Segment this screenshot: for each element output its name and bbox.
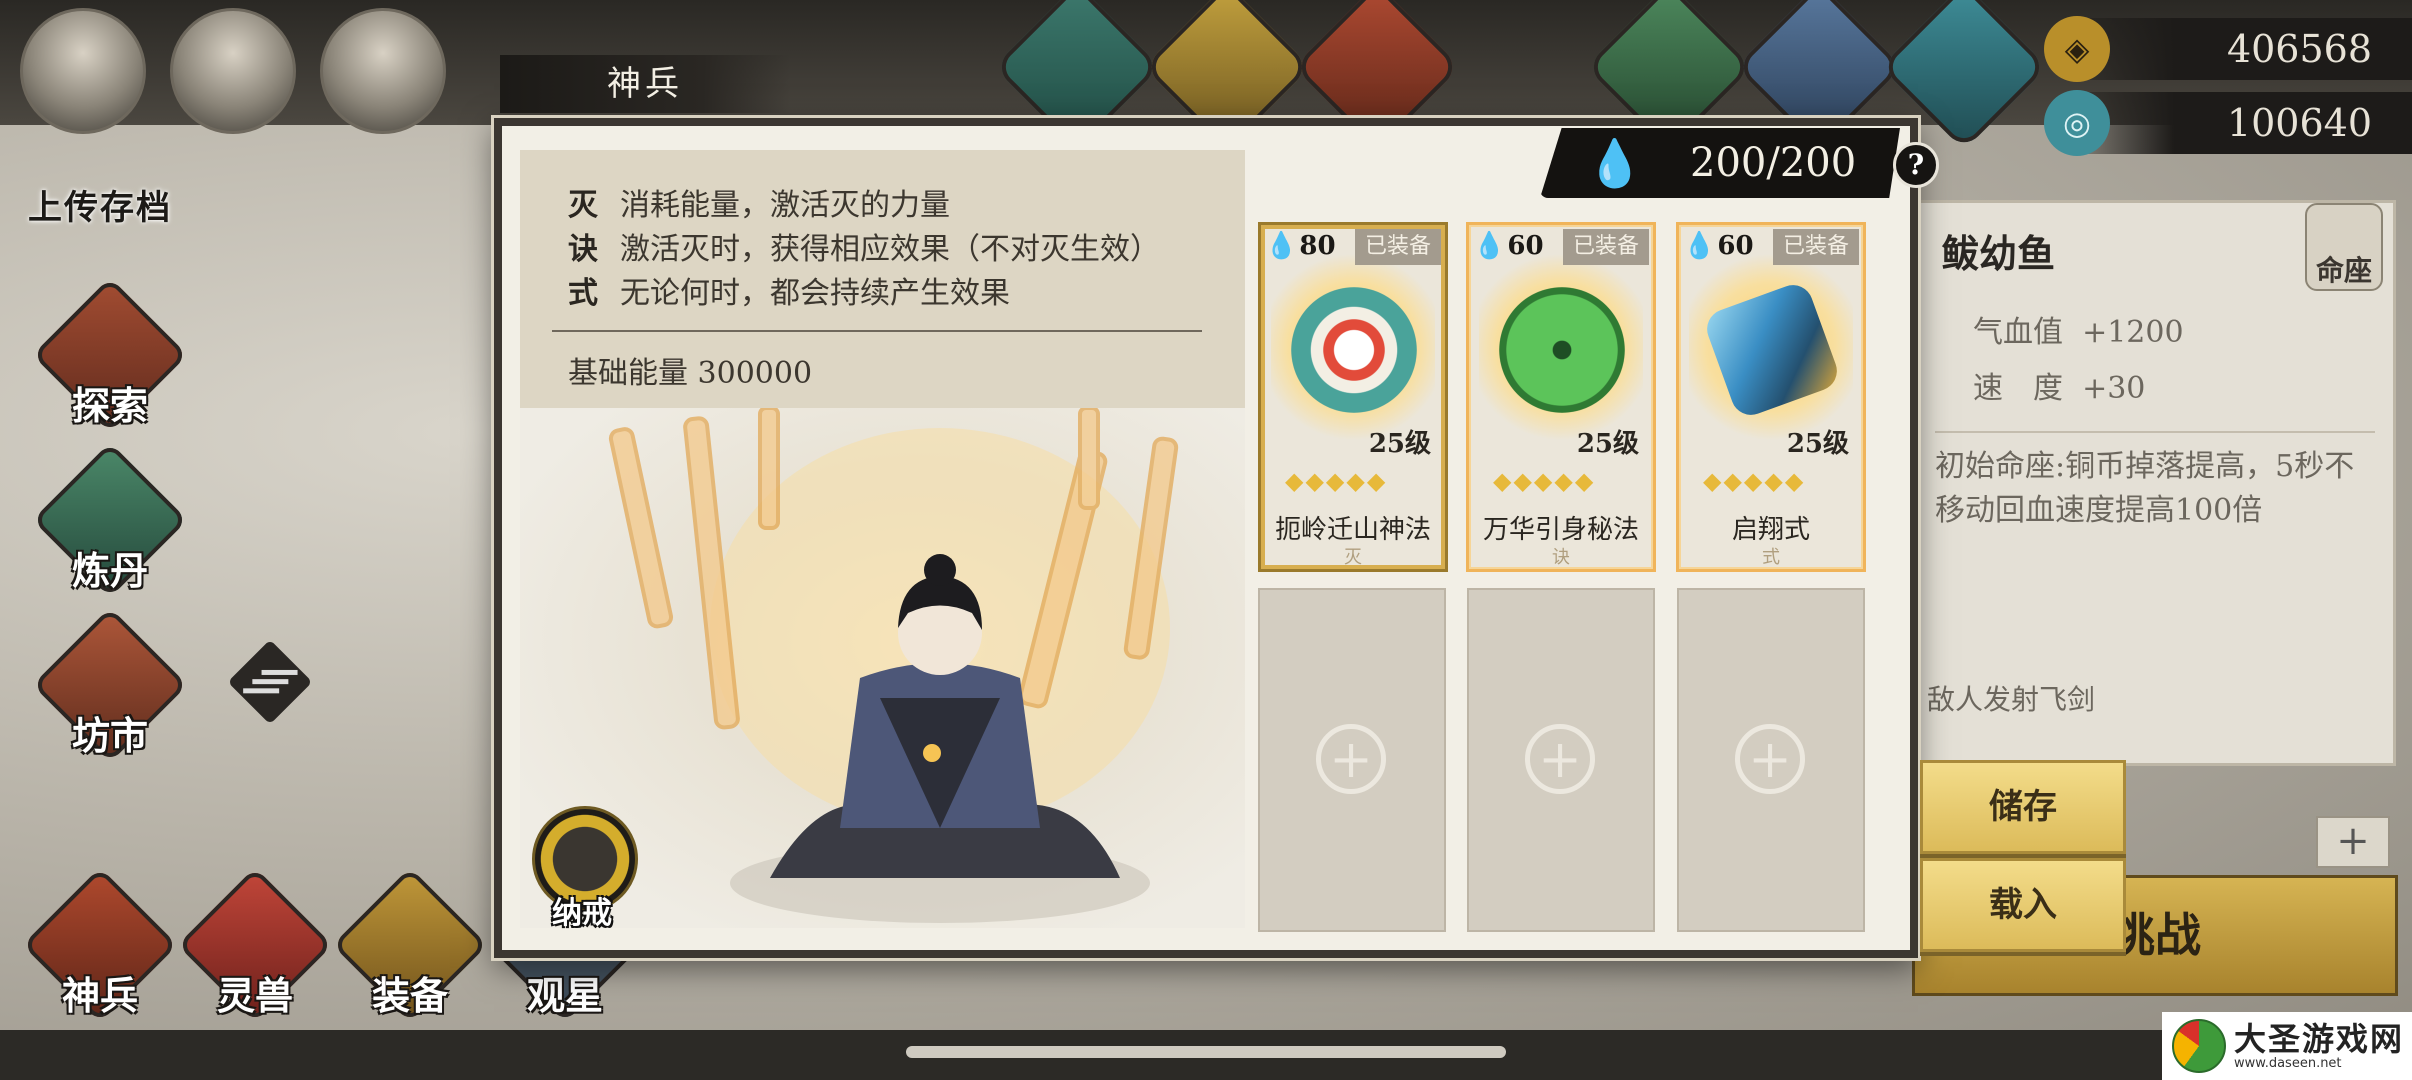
site-logo-icon (2172, 1019, 2226, 1073)
dialog-title: 神兵 (500, 55, 790, 113)
stat-speed: 速 度 +30 (1973, 371, 2146, 406)
card-name: 万华引身秘法 (1482, 515, 1639, 545)
card-level: 25级 (1786, 429, 1849, 459)
card-name: 扼岭迁山神法 (1274, 515, 1431, 545)
character-panel: 鲅幼鱼 命座 气血值 +1200 速 度 +30 初始命座:铜币掉落提高，5秒不… (1910, 200, 2396, 766)
divine-weapon-nav[interactable]: 神兵 (22, 867, 178, 1023)
energy-drop-icon: 💧 (1683, 231, 1716, 261)
empty-slot[interactable]: + (1258, 588, 1446, 932)
skill-description: 敌人发射飞剑 (1927, 683, 2096, 716)
equipped-badge: 已装备 (1563, 229, 1649, 265)
coin-counter: ◈ 406568 (2044, 16, 2412, 82)
market-button[interactable]: 坊市 (32, 607, 188, 763)
energy-drop-icon: 💧 (1586, 136, 1644, 190)
card-type: 式 (1762, 547, 1780, 568)
add-icon: + (1316, 724, 1386, 794)
info-box: 灭消耗能量，激活灭的力量 诀激活灭时，获得相应效果（不对灭生效） 式无论何时，都… (520, 150, 1245, 408)
add-icon: + (1735, 724, 1805, 794)
card-energy-cost: 💧60 (1683, 231, 1754, 261)
card-stars: ◆◆◆◆◆ (1703, 467, 1806, 495)
save-button[interactable]: 储存 (1920, 760, 2126, 854)
card-energy-cost: 💧60 (1473, 231, 1544, 261)
explore-button[interactable]: 探索 (32, 277, 188, 433)
card-level: 25级 (1576, 429, 1639, 459)
load-button[interactable]: 载入 (1920, 858, 2126, 952)
home-indicator[interactable] (906, 1046, 1506, 1058)
add-button[interactable]: + (2316, 816, 2390, 868)
constellation-button[interactable]: 命座 (2305, 203, 2383, 291)
spirit-icon: ◎ (2044, 90, 2110, 156)
site-watermark: 大圣游戏网 www.daseen.net (2162, 1012, 2412, 1080)
equipped-badge: 已装备 (1355, 229, 1441, 265)
info-line: 灭消耗能量，激活灭的力量 (568, 188, 950, 223)
empty-slot[interactable]: + (1677, 588, 1865, 932)
energy-drop-icon: 💧 (1265, 231, 1298, 261)
storage-ring-button[interactable]: 纳戒 (524, 800, 642, 931)
coin-icon: ◈ (2044, 16, 2110, 82)
spirit-counter: ◎ 100640 (2044, 90, 2412, 156)
energy-drop-icon: 💧 (1473, 231, 1506, 261)
empty-slot[interactable]: + (1467, 588, 1655, 932)
equipment-card[interactable]: 💧60 已装备 25级 ◆◆◆◆◆ 万华引身秘法 诀 (1466, 222, 1656, 572)
stat-hp: 气血值 +1200 (1973, 315, 2184, 350)
dragon-medallion-icon (1291, 287, 1417, 413)
divider (552, 330, 1202, 332)
base-energy: 基础能量 300000 (568, 356, 813, 391)
info-line: 式无论何时，都会持续产生效果 (568, 276, 1010, 311)
equipped-badge: 已装备 (1773, 229, 1859, 265)
info-line: 诀激活灭时，获得相应效果（不对灭生效） (568, 232, 1160, 267)
upload-save-label[interactable]: 上传存档 (28, 180, 172, 229)
jade-disc-icon (1499, 287, 1625, 413)
character-portrait[interactable] (20, 8, 146, 134)
add-icon: + (1525, 724, 1595, 794)
card-type: 灭 (1344, 547, 1362, 568)
equipment-nav[interactable]: 装备 (332, 867, 488, 1023)
character-description: 初始命座:铜币掉落提高，5秒不移动回血速度提高100倍 (1935, 431, 2375, 532)
card-type: 诀 (1552, 547, 1570, 568)
alchemy-button[interactable]: 炼丹 (32, 442, 188, 598)
character-portrait[interactable] (320, 8, 446, 134)
card-name: 启翔式 (1731, 515, 1810, 545)
character-name: 鲅幼鱼 (1941, 231, 2056, 276)
spirit-beast-nav[interactable]: 灵兽 (177, 867, 333, 1023)
card-stars: ◆◆◆◆◆ (1285, 467, 1388, 495)
help-button[interactable]: ? (1893, 142, 1939, 188)
equipment-card[interactable]: 💧80 已装备 25级 ◆◆◆◆◆ 扼岭迁山神法 灭 (1258, 222, 1448, 572)
character-portrait[interactable] (170, 8, 296, 134)
card-stars: ◆◆◆◆◆ (1493, 467, 1596, 495)
card-level: 25级 (1368, 429, 1431, 459)
equipment-card[interactable]: 💧60 已装备 25级 ◆◆◆◆◆ 启翔式 式 (1676, 222, 1866, 572)
card-energy-cost: 💧80 (1265, 231, 1336, 261)
